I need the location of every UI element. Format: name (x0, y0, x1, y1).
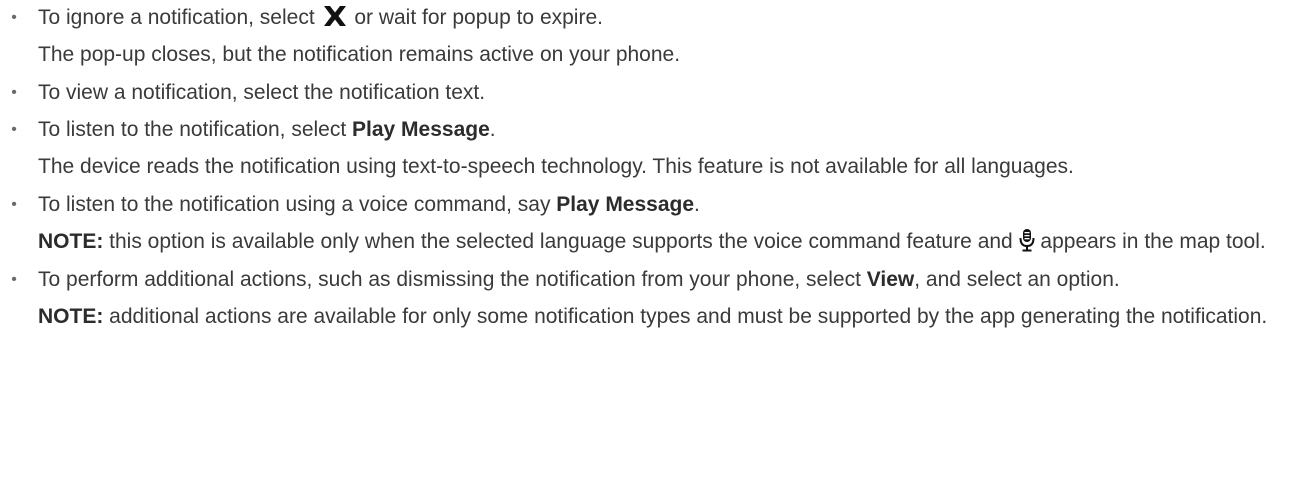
step-text-before: To ignore a notification, select (38, 6, 321, 29)
list-item-additional-actions: • To perform additional actions, such as… (0, 264, 1302, 332)
bullet: • (11, 271, 17, 288)
note-label: NOTE: (38, 305, 104, 328)
step-text: To view a notification, select the notif… (38, 81, 486, 104)
note-label: NOTE: (38, 230, 104, 253)
step-note: NOTE: additional actions are available f… (38, 301, 1294, 332)
step-result: The device reads the notification using … (38, 155, 1074, 178)
note-text-before: this option is available only when the s… (103, 230, 1019, 253)
list-item-ignore-notification: • To ignore a notification, select or wa… (0, 2, 1302, 70)
view-label: View (866, 268, 915, 291)
list-item-voice-command: • To listen to the notification using a … (0, 189, 1302, 257)
step-text: To perform additional actions, such as d… (38, 264, 1294, 295)
bullet: • (11, 9, 17, 26)
close-x-icon (321, 4, 349, 28)
step-text-after: , and select an option. (914, 268, 1120, 291)
step-note: NOTE: this option is available only when… (38, 226, 1294, 257)
step-text-after: or wait for popup to expire. (348, 6, 603, 29)
step-text-before: To listen to the notification using a vo… (38, 193, 557, 216)
play-message-label: Play Message (556, 193, 695, 216)
bullet: • (11, 196, 17, 213)
step-text: To ignore a notification, select or wait… (38, 2, 1294, 33)
bullet: • (11, 84, 17, 101)
microphone-icon (1019, 228, 1035, 252)
list-item-view-notification: • To view a notification, select the not… (0, 77, 1302, 108)
step-text: To listen to the notification, select Pl… (38, 114, 1294, 145)
bullet: • (11, 121, 17, 138)
instruction-page: • To ignore a notification, select or wa… (0, 0, 1302, 484)
list-item-listen-notification: • To listen to the notification, select … (0, 114, 1302, 182)
play-message-label: Play Message (352, 118, 490, 141)
step-text-after: . (694, 193, 700, 216)
step-text: To listen to the notification using a vo… (38, 189, 1294, 220)
step-text-before: To perform additional actions, such as d… (38, 268, 867, 291)
notification-steps-list: • To ignore a notification, select or wa… (0, 2, 1302, 339)
step-text-after: . (489, 118, 496, 141)
step-text-before: To listen to the notification, select (38, 118, 353, 141)
note-text: additional actions are available for onl… (103, 305, 1268, 328)
note-text-after: appears in the map tool. (1034, 230, 1266, 253)
step-result: The pop-up closes, but the notification … (38, 43, 681, 66)
